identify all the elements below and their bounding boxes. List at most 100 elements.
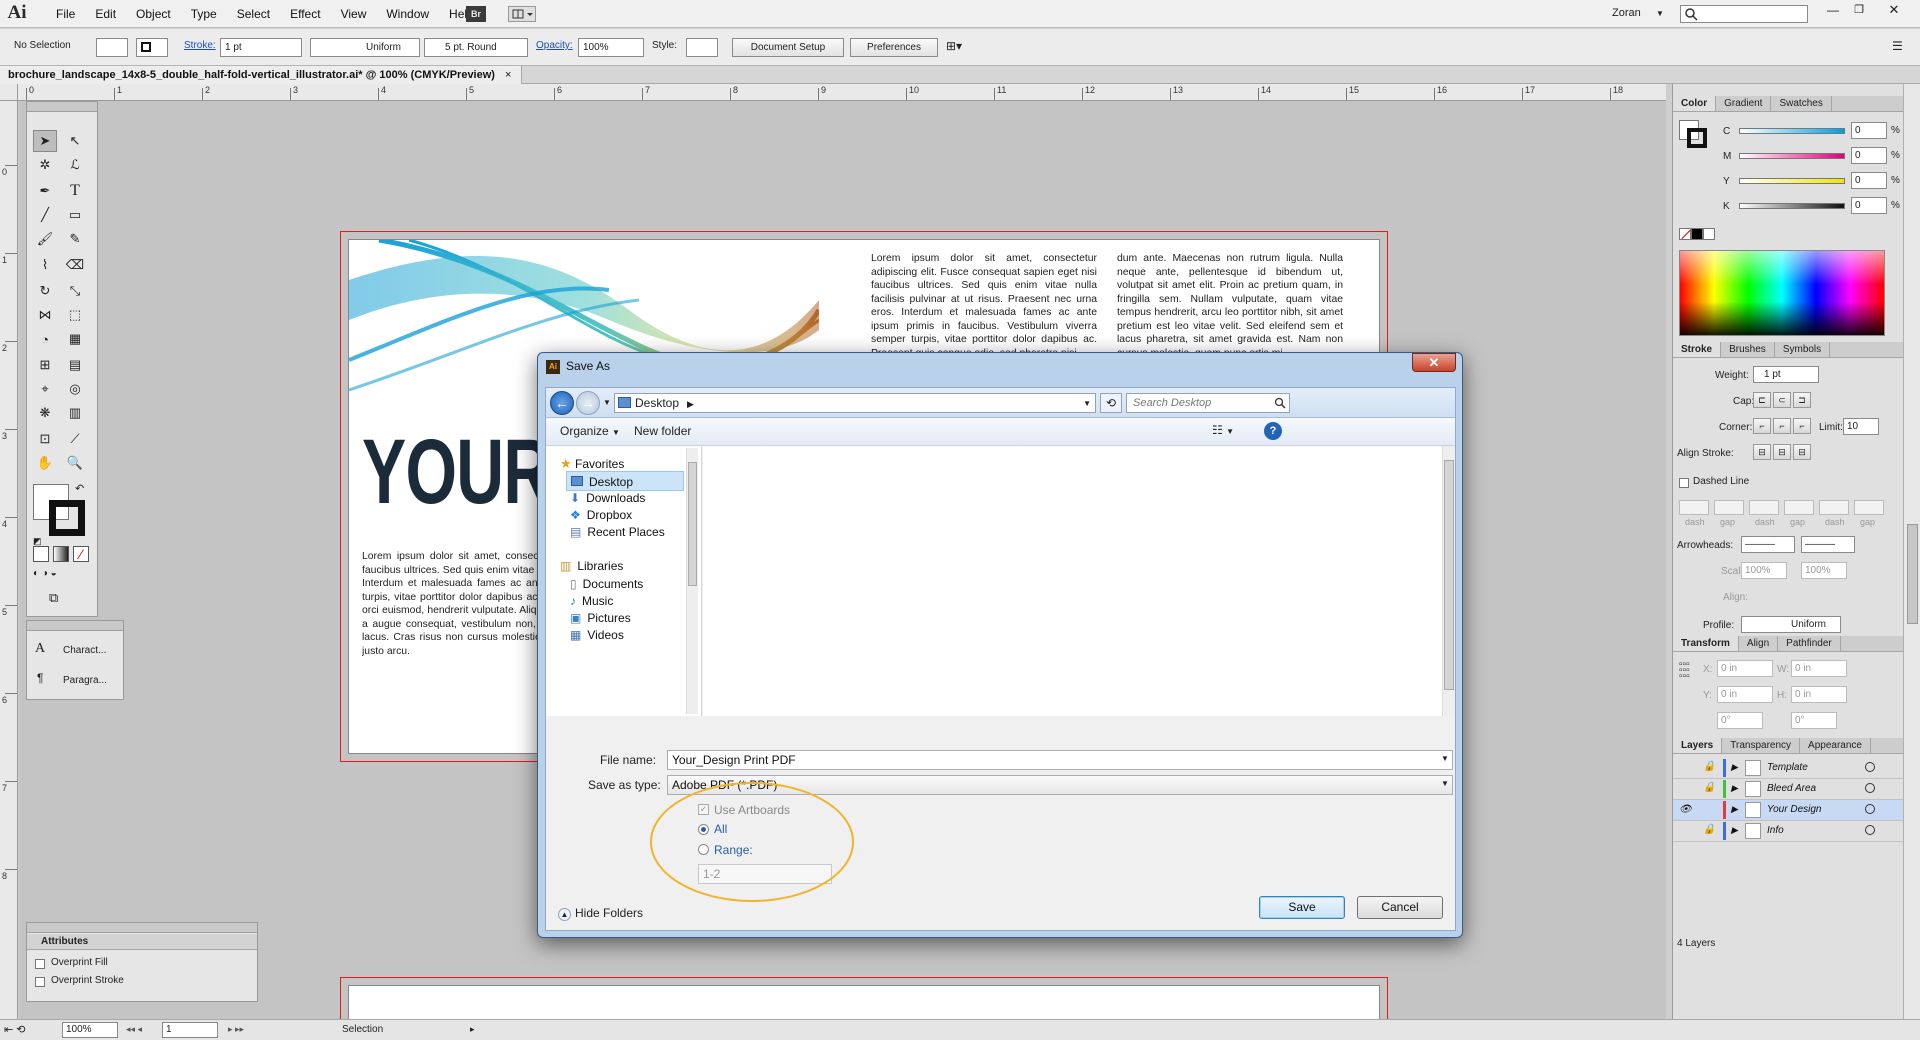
paragraph-panel-button[interactable]: Paragra... xyxy=(63,675,107,686)
layer-row[interactable]: 🔒 ▶ Template xyxy=(1673,758,1904,779)
yellow-value[interactable]: 0 xyxy=(1851,172,1887,189)
slice-tool-icon[interactable]: ⟋ xyxy=(63,428,87,450)
address-dropdown-icon[interactable]: ▼ xyxy=(1083,395,1091,413)
menu-edit[interactable]: Edit xyxy=(85,0,126,28)
lock-icon[interactable]: 🔒 xyxy=(1703,824,1715,835)
tab-gradient[interactable]: Gradient xyxy=(1716,96,1772,111)
libraries-header[interactable]: ▥ Libraries xyxy=(560,556,700,576)
tab-transform[interactable]: Transform xyxy=(1673,636,1739,651)
prev-artboard-icons[interactable]: ◂◂ ◂ xyxy=(126,1024,142,1035)
stroke-link[interactable]: Stroke: xyxy=(184,40,216,51)
dashed-line-checkbox[interactable] xyxy=(1679,478,1689,488)
shape-builder-tool-icon[interactable]: ◔ xyxy=(33,328,57,350)
stroke-swatch[interactable] xyxy=(49,500,85,536)
expand-layer-icon[interactable]: ▶ xyxy=(1731,783,1738,794)
draw-mode-icons[interactable]: ◐ ◑ ◒ xyxy=(33,568,89,584)
file-list-scroll-thumb[interactable] xyxy=(1444,460,1454,690)
black-slider[interactable] xyxy=(1739,203,1845,209)
close-app-button[interactable]: ✕ xyxy=(1874,2,1914,20)
magenta-value[interactable]: 0 xyxy=(1851,147,1887,164)
restore-button[interactable]: ❐ xyxy=(1848,3,1870,19)
recent-locations-icon[interactable]: ▼ xyxy=(603,398,611,407)
start-scale-field[interactable]: 100% xyxy=(1741,562,1787,579)
cyan-slider[interactable] xyxy=(1739,128,1845,134)
color-stroke-swatch[interactable] xyxy=(1687,128,1707,148)
type-tool-icon[interactable]: T xyxy=(63,180,87,202)
symbol-sprayer-tool-icon[interactable]: ❋ xyxy=(33,402,57,424)
menu-effect[interactable]: Effect xyxy=(280,0,330,28)
address-bar[interactable]: Desktop ▶ ▼ xyxy=(614,393,1096,413)
projecting-cap-button[interactable]: ⊐ xyxy=(1793,392,1811,408)
pencil-tool-icon[interactable]: ✎ xyxy=(63,228,87,250)
file-name-input[interactable]: Your_Design Print PDF xyxy=(667,750,1453,770)
menu-type[interactable]: Type xyxy=(181,0,227,28)
menu-window[interactable]: Window xyxy=(376,0,439,28)
align-center-button[interactable]: ⊟ xyxy=(1753,444,1771,460)
rotate-field[interactable]: 0° xyxy=(1717,712,1763,729)
align-outside-button[interactable]: ⊟ xyxy=(1793,444,1811,460)
paintbrush-tool-icon[interactable]: 🖌 xyxy=(33,228,57,250)
width-tool-icon[interactable]: ⋈ xyxy=(33,304,57,326)
opacity-field[interactable]: 100% xyxy=(578,38,644,57)
variable-width-profile[interactable]: Uniform xyxy=(310,38,420,57)
layer-target-icon[interactable] xyxy=(1865,825,1875,835)
hide-folders-button[interactable]: ▲ Hide Folders xyxy=(558,906,643,921)
zoom-field[interactable]: 100% xyxy=(62,1022,118,1038)
magic-wand-tool-icon[interactable]: ✲ xyxy=(33,154,57,176)
dash-gap-field[interactable] xyxy=(1854,500,1884,515)
screen-mode-icon[interactable]: ⧉ xyxy=(49,590,58,606)
dash-gap-field[interactable] xyxy=(1784,500,1814,515)
line-tool-icon[interactable]: ╱ xyxy=(33,204,57,226)
preferences-button[interactable]: Preferences xyxy=(850,38,938,57)
artboard-number-field[interactable]: 1 xyxy=(162,1022,218,1038)
rotate-tool-icon[interactable]: ↻ xyxy=(33,280,57,302)
new-folder-button[interactable]: New folder xyxy=(634,424,691,438)
organize-button[interactable]: Organize ▼ xyxy=(560,424,620,438)
help-search-input[interactable] xyxy=(1680,5,1808,23)
view-options-icon[interactable]: ☷ ▼ xyxy=(1212,423,1234,437)
butt-cap-button[interactable]: ⊏ xyxy=(1753,392,1771,408)
nav-scroll-thumb[interactable] xyxy=(688,462,697,586)
save-button[interactable]: Save xyxy=(1259,896,1345,919)
rectangle-tool-icon[interactable]: ▭ xyxy=(63,204,87,226)
selection-tool-icon[interactable]: ➤ xyxy=(33,130,57,152)
align-inside-button[interactable]: ⊟ xyxy=(1773,444,1791,460)
attributes-panel-titlebar[interactable] xyxy=(27,923,257,933)
mesh-tool-icon[interactable]: ⊞ xyxy=(33,354,57,376)
reference-point-icon[interactable]: ▫▫▫ ▫▫▫ ▫▫▫ xyxy=(1679,660,1690,682)
vertical-scrollbar[interactable] xyxy=(1903,84,1920,1019)
file-list-scrollbar[interactable] xyxy=(1442,446,1455,716)
profile-dropdown[interactable]: Uniform xyxy=(1741,616,1841,633)
user-dropdown-icon[interactable]: ▼ xyxy=(1656,9,1664,18)
stroke-weight-field[interactable]: 1 pt xyxy=(220,38,302,57)
lock-icon[interactable]: 🔒 xyxy=(1703,782,1715,793)
minimize-button[interactable]: — xyxy=(1822,3,1844,19)
expand-layer-icon[interactable]: ▶ xyxy=(1731,804,1738,815)
tools-panel-titlebar[interactable] xyxy=(27,102,97,112)
tab-transparency[interactable]: Transparency xyxy=(1722,738,1801,753)
cancel-button[interactable]: Cancel xyxy=(1357,896,1443,919)
menu-object[interactable]: Object xyxy=(126,0,181,28)
dash-gap-field[interactable] xyxy=(1679,500,1709,515)
menu-select[interactable]: Select xyxy=(227,0,280,28)
file-list[interactable] xyxy=(703,446,1455,716)
hand-tool-icon[interactable]: ✋ xyxy=(33,452,57,474)
expand-layer-icon[interactable]: ▶ xyxy=(1731,762,1738,773)
eraser-tool-icon[interactable]: ⌫ xyxy=(63,254,87,276)
lasso-tool-icon[interactable]: ℒ xyxy=(63,154,87,176)
bevel-join-button[interactable]: ⌐ xyxy=(1793,418,1811,434)
y-field[interactable]: 0 in xyxy=(1717,686,1773,703)
pen-tool-icon[interactable]: ✒ xyxy=(33,180,57,202)
round-cap-button[interactable]: ⊂ xyxy=(1773,392,1791,408)
dialog-close-button[interactable]: ✕ xyxy=(1412,353,1456,372)
nav-scrollbar[interactable] xyxy=(686,448,698,714)
visibility-eye-icon[interactable]: 👁 xyxy=(1679,804,1692,815)
artboard-tool-icon[interactable]: ⊡ xyxy=(33,428,57,450)
save-as-type-dropdown-icon[interactable]: ▼ xyxy=(1441,779,1449,788)
status-menu-icon[interactable]: ▸ xyxy=(470,1024,475,1035)
char-panel-titlebar[interactable] xyxy=(27,621,123,631)
help-icon[interactable]: ? xyxy=(1264,422,1282,440)
column-graph-tool-icon[interactable]: ▥ xyxy=(63,402,87,424)
tab-swatches[interactable]: Swatches xyxy=(1771,96,1832,111)
swap-fill-stroke-icon[interactable]: ↶ xyxy=(75,482,84,495)
